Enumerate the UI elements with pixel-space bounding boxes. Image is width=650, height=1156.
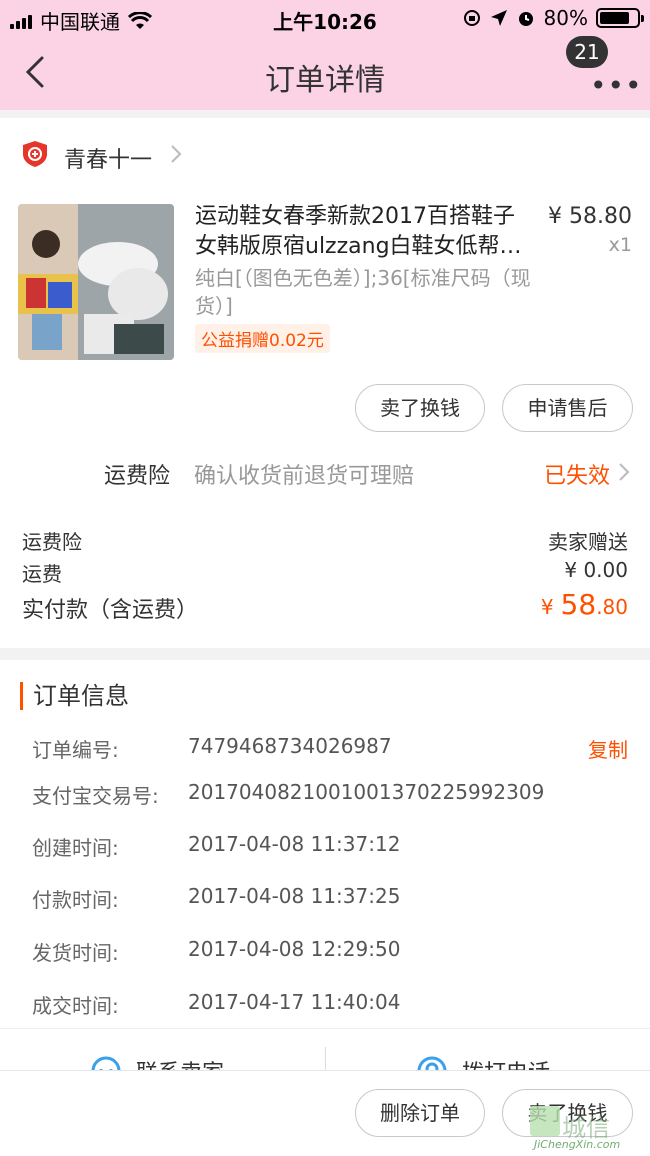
contact-seller-label: 联系卖家 — [136, 1055, 224, 1070]
shipped-time-value: 2017-04-08 12:29:50 — [188, 937, 401, 961]
chevron-right-icon — [619, 463, 630, 481]
fee-insurance-value: 卖家赠送 — [548, 530, 628, 554]
enterprise-shield-icon — [23, 141, 47, 167]
fee-insurance-row: 运费险 卖家赠送 — [22, 526, 628, 555]
chat-bubble-icon — [91, 1056, 121, 1070]
product-title-line2: 女韩版原宿ulzzang白鞋女低帮… — [195, 234, 522, 259]
location-icon — [490, 10, 507, 26]
fee-insurance-label: 运费险 — [22, 530, 82, 554]
product-thumbnail[interactable] — [18, 204, 174, 360]
call-button[interactable]: 拨打电话 — [416, 1055, 550, 1070]
top-bar: 中国联通 上午10:26 80% 订单详情 21 ••• — [0, 0, 650, 110]
fee-shipping-value: ¥ 0.00 — [564, 558, 628, 582]
alipay-trade-label: 支付宝交易号: — [32, 784, 159, 808]
page-title: 订单详情 — [265, 63, 385, 98]
fee-shipping-label: 运费 — [22, 562, 62, 586]
created-time-label: 创建时间: — [32, 836, 119, 860]
more-dots-icon: ••• — [590, 69, 643, 102]
insurance-desc: 确认收货前退货可理赔 — [194, 464, 415, 489]
product-price: ¥ 58.80 — [548, 204, 632, 229]
completed-time-label: 成交时间: — [32, 994, 119, 1018]
created-time-value: 2017-04-08 11:37:12 — [188, 832, 401, 856]
bottom-action-bar: 删除订单 卖了换钱 城信 JiChengXin.com — [0, 1070, 650, 1156]
chevron-right-icon[interactable] — [170, 144, 182, 164]
completed-time-value: 2017-04-17 11:40:04 — [188, 990, 401, 1014]
status-bar: 中国联通 上午10:26 80% — [0, 0, 650, 36]
shipped-time-label: 发货时间: — [32, 941, 119, 965]
paid-decimal: .80 — [596, 595, 628, 619]
order-number-value: 7479468734026987 — [188, 734, 392, 758]
contact-seller-button[interactable]: 联系卖家 — [90, 1055, 224, 1070]
product-quantity: x1 — [608, 234, 632, 256]
shipping-insurance-row[interactable]: 运费险 确认收货前退货可理赔 已失效 — [0, 450, 650, 496]
rotation-lock-icon — [463, 10, 480, 26]
insurance-label: 运费险 — [104, 464, 171, 489]
order-info-card: 订单信息 复制 订单编号: 7479468734026987 支付宝交易号: 2… — [0, 660, 650, 1080]
contact-strip: 联系卖家 拨打电话 — [0, 1028, 650, 1070]
battery-icon — [596, 8, 644, 28]
order-number-label: 订单编号: — [32, 738, 119, 762]
product-title[interactable]: 运动鞋女春季新款2017百搭鞋子 女韩版原宿ulzzang白鞋女低帮… — [195, 202, 535, 262]
paid-time-value: 2017-04-08 11:37:25 — [188, 884, 401, 908]
contact-divider — [325, 1047, 326, 1070]
alarm-icon — [518, 12, 533, 26]
copy-order-number-button[interactable]: 复制 — [588, 734, 628, 763]
fee-paid-amount: ¥ 58.80 — [541, 588, 628, 621]
order-item-card: 青春十一 运动鞋女春季新款2017百搭鞋子 女韩版原宿ulzzang白鞋女低帮…… — [0, 118, 650, 648]
watermark-url: JiChengXin.com — [534, 1138, 621, 1151]
charity-badge: 公益捐赠0.02元 — [195, 324, 330, 353]
watermark-logo-icon — [530, 1106, 560, 1136]
paid-currency: ¥ — [540, 595, 554, 619]
more-menu-button[interactable]: 21 ••• — [566, 36, 642, 100]
battery-percent: 80% — [543, 6, 588, 30]
insurance-status: 已失效 — [543, 464, 610, 489]
paid-integer: 58 — [560, 588, 597, 621]
message-count-badge: 21 — [566, 36, 608, 68]
product-sku: 纯白[（图色无色差）];36[标准尺码（现货）] — [195, 266, 531, 318]
fee-paid-label: 实付款（含运费） — [22, 598, 199, 623]
fee-shipping-row: 运费 ¥ 0.00 — [22, 558, 628, 587]
alipay-trade-value: 2017040821001001370225992309 — [188, 780, 545, 804]
resell-button[interactable]: 卖了换钱 — [355, 384, 485, 432]
status-right: 80% — [462, 6, 644, 30]
delete-order-button[interactable]: 删除订单 — [355, 1089, 485, 1137]
shop-name[interactable]: 青春十一 — [64, 142, 152, 174]
order-info-title: 订单信息 — [20, 682, 129, 710]
site-watermark: 城信 JiChengXin.com — [530, 1106, 642, 1154]
product-title-line1: 运动鞋女春季新款2017百搭鞋子 — [195, 204, 515, 229]
phone-icon — [417, 1056, 447, 1070]
call-label: 拨打电话 — [462, 1055, 550, 1070]
after-sale-button[interactable]: 申请售后 — [502, 384, 633, 432]
paid-time-label: 付款时间: — [32, 888, 119, 912]
fee-paid-row: 实付款（含运费） ¥ 58.80 — [22, 588, 628, 624]
